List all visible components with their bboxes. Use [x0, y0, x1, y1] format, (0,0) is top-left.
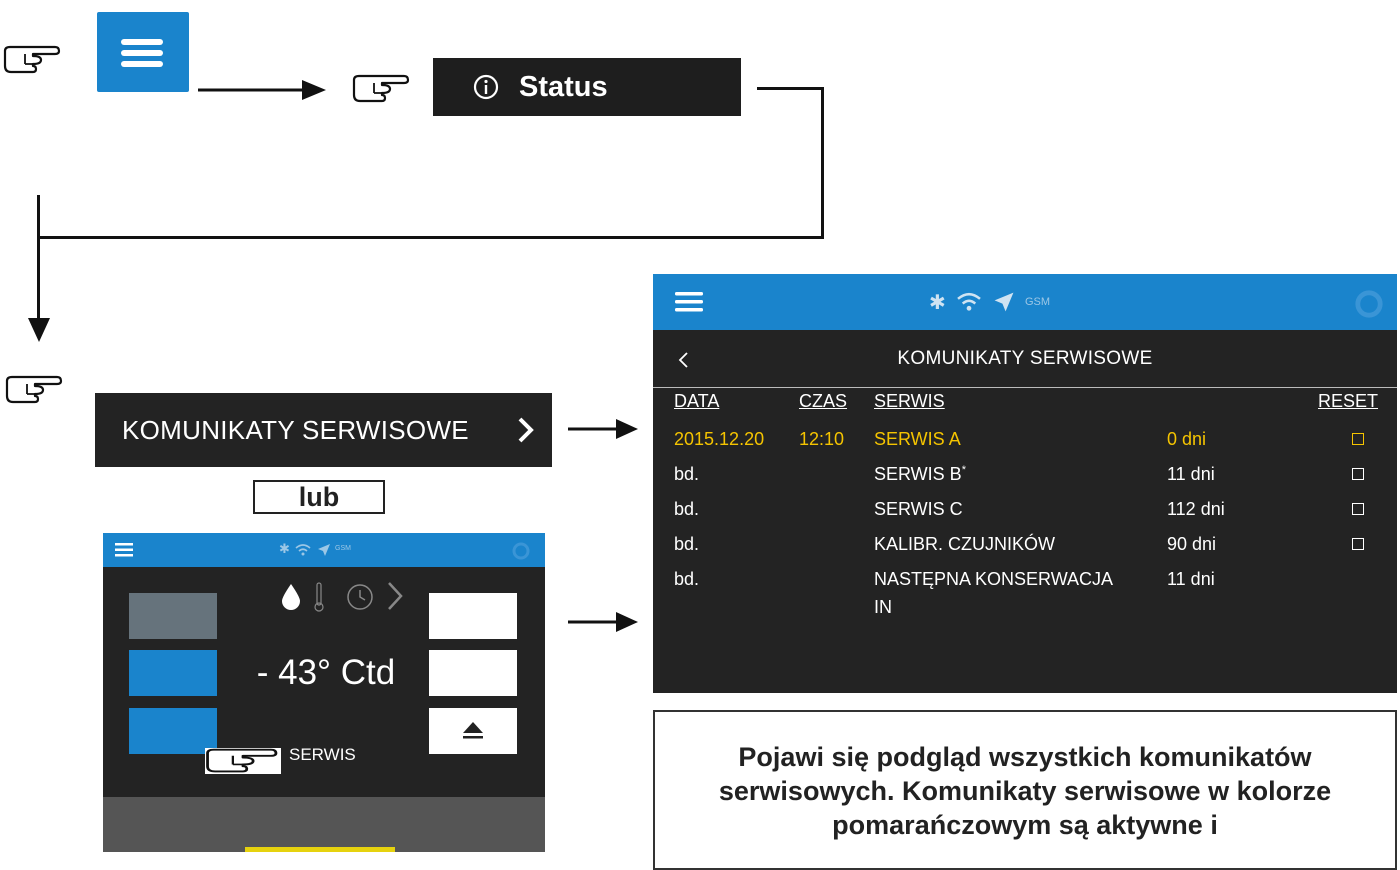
hamburger-icon[interactable]	[115, 543, 133, 557]
reset-checkbox[interactable]	[1352, 433, 1364, 445]
connector-line	[38, 236, 824, 239]
service-name: SERWIS B	[874, 464, 962, 484]
hamburger-icon	[121, 39, 163, 67]
gsm-label: GSM	[1025, 296, 1051, 308]
row-days: 11 dni	[1167, 569, 1215, 589]
row-date: bd.	[674, 569, 700, 589]
device-bottom-bar	[103, 797, 545, 852]
location-icon	[994, 292, 1014, 312]
temperature-value: - 43° Ctd	[256, 653, 396, 692]
row-date: 2015.12.20	[674, 429, 765, 449]
device-main-screen: ✱ GSM - 43° Ctd SERWIS	[103, 533, 545, 852]
screen-status-bar: ✱ GSM	[653, 274, 1397, 330]
connector-line	[37, 195, 40, 325]
row-service: SERWIS A	[874, 429, 961, 449]
row-date: bd.	[674, 464, 700, 484]
info-note: Pojawi się podgląd wszystkich komunikató…	[653, 710, 1397, 870]
row-days: 112 dni	[1167, 499, 1225, 519]
thermometer-icon	[314, 582, 324, 612]
row-service: KALIBR. CZUJNIKÓW	[874, 534, 1056, 554]
arrow-right-icon	[568, 419, 638, 439]
gsm-label: GSM	[335, 545, 351, 552]
status-label: Status	[519, 70, 608, 103]
row-days: 0 dni	[1167, 429, 1207, 449]
row-service-line2: IN	[874, 597, 892, 617]
settings-icon[interactable]	[511, 541, 531, 561]
tile-gray[interactable]	[129, 593, 217, 639]
column-header-reset: RESET	[1318, 391, 1379, 411]
tile-white[interactable]	[429, 593, 517, 639]
row-days: 11 dni	[1167, 464, 1215, 484]
arrow-down-icon	[28, 318, 50, 342]
hamburger-icon[interactable]	[675, 292, 703, 312]
status-button[interactable]: Status	[433, 58, 741, 116]
reset-checkbox[interactable]	[1352, 503, 1364, 515]
tile-blue[interactable]	[129, 650, 217, 696]
yellow-button[interactable]	[245, 847, 395, 852]
service-messages-screen: ✱ GSM KOMUNIKATY SERWISOWE DATA CZAS SER…	[653, 274, 1397, 693]
hand-pointer-icon	[3, 45, 61, 74]
tile-blue[interactable]	[129, 708, 217, 754]
divider	[653, 387, 1397, 388]
footnote-marker: *	[961, 464, 966, 476]
arrow-right-icon	[568, 612, 638, 632]
hand-pointer-icon	[352, 74, 410, 103]
screen-title: KOMUNIKATY SERWISOWE	[897, 348, 1153, 369]
service-label[interactable]: SERWIS	[289, 745, 356, 765]
row-service: NASTĘPNA KONSERWACJA	[874, 569, 1114, 589]
reset-checkbox[interactable]	[1352, 468, 1364, 480]
menu-button[interactable]	[97, 12, 189, 92]
eject-icon	[463, 722, 483, 739]
hand-pointer-icon	[5, 375, 63, 404]
device-status-bar: ✱ GSM	[103, 533, 545, 567]
bluetooth-icon: ✱	[929, 292, 946, 314]
or-label: lub	[253, 480, 385, 514]
row-time: 12:10	[799, 429, 845, 449]
clock-icon	[347, 584, 373, 610]
row-days: 90 dni	[1167, 534, 1217, 554]
column-header-service: SERWIS	[874, 391, 945, 411]
row-service: SERWIS B*	[874, 464, 966, 485]
info-icon	[473, 74, 499, 100]
reset-checkbox[interactable]	[1352, 538, 1364, 550]
connector-line	[757, 87, 824, 90]
location-icon	[318, 544, 330, 556]
row-service: SERWIS C	[874, 499, 963, 519]
service-messages-label: KOMUNIKATY SERWISOWE	[122, 414, 469, 445]
connector-line	[821, 87, 824, 239]
row-date: bd.	[674, 499, 700, 519]
column-header-date: DATA	[674, 391, 720, 411]
chevron-right-icon[interactable]	[385, 580, 405, 612]
column-header-time: CZAS	[799, 391, 848, 411]
chevron-right-icon	[518, 417, 534, 443]
arrow-right-icon	[198, 80, 326, 100]
wifi-icon	[295, 544, 311, 556]
tile-white[interactable]	[429, 650, 517, 696]
eject-button[interactable]	[429, 708, 517, 754]
hand-pointer-icon	[205, 748, 281, 774]
bluetooth-icon: ✱	[279, 541, 290, 556]
service-messages-button[interactable]: KOMUNIKATY SERWISOWE	[95, 393, 552, 467]
row-date: bd.	[674, 534, 700, 554]
wifi-icon	[957, 292, 981, 311]
drop-icon	[282, 584, 300, 610]
settings-icon[interactable]	[1353, 288, 1385, 320]
